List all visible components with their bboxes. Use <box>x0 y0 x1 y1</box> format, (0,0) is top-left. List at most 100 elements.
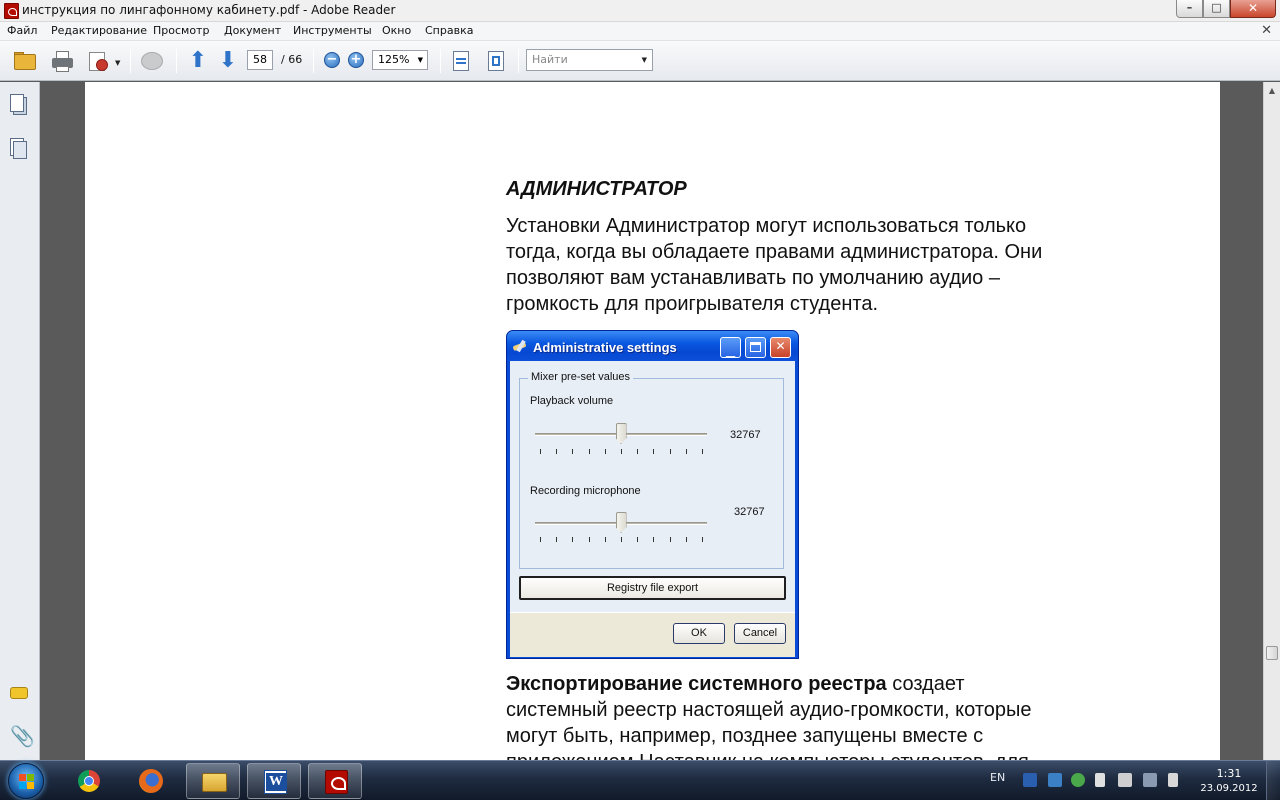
paragraph-line: тогда, когда вы обладаете правами админи… <box>506 241 1043 263</box>
arrow-up-icon[interactable]: ⬆ <box>186 49 210 73</box>
window-title: инструкция по лингафонному кабинету.pdf … <box>22 3 396 17</box>
taskbar-word[interactable]: W <box>247 763 301 799</box>
menu-document[interactable]: Документ <box>224 24 281 37</box>
slider-tick <box>605 449 606 454</box>
taskbar-explorer[interactable] <box>186 763 240 799</box>
bold-term: Экспортирование системного реестра <box>506 673 887 695</box>
slider-tick <box>653 449 654 454</box>
pdf-page: АДМИНИСТРАТОР Установки Администратор мо… <box>85 82 1220 760</box>
attachment-icon[interactable]: 📎 <box>10 724 35 748</box>
cancel-button: Cancel <box>734 623 786 644</box>
tray-flag-icon[interactable] <box>1095 773 1105 787</box>
close-button[interactable]: ✕ <box>1230 0 1276 18</box>
language-indicator[interactable]: EN <box>990 771 1005 784</box>
clock-date: 23.09.2012 <box>1200 783 1258 794</box>
chevron-down-icon: ▼ <box>417 56 423 64</box>
title-bar: инструкция по лингафонному кабинету.pdf … <box>0 0 1280 22</box>
minimize-button[interactable]: – <box>1176 0 1203 18</box>
slider-tick <box>572 449 573 454</box>
tray-volume-icon[interactable] <box>1168 773 1178 787</box>
tray-signal-icon[interactable] <box>1143 773 1157 787</box>
fit-page-icon[interactable] <box>484 49 508 73</box>
recording-value: 32767 <box>734 506 765 518</box>
search-placeholder: Найти <box>532 53 568 66</box>
menu-window[interactable]: Окно <box>382 24 411 37</box>
playback-value: 32767 <box>730 429 761 441</box>
adobe-reader-icon <box>325 770 348 794</box>
zoom-value: 125% <box>378 53 410 66</box>
window-controls: – □ ✕ <box>1176 0 1276 19</box>
adobe-reader-icon <box>4 3 19 19</box>
scroll-up-icon[interactable]: ▲ <box>1264 82 1280 99</box>
menu-tools[interactable]: Инструменты <box>293 24 372 37</box>
menu-view[interactable]: Просмотр <box>153 24 209 37</box>
slider-tick <box>670 449 671 454</box>
scrollbar-thumb[interactable] <box>1266 646 1278 660</box>
windows-icon <box>19 774 35 790</box>
tray-power-icon[interactable] <box>1118 773 1132 787</box>
tray-network-icon[interactable] <box>1048 773 1062 787</box>
close-icon: ✕ <box>1247 1 1259 15</box>
taskbar-chrome[interactable] <box>62 763 116 799</box>
paragraph-line: Установки Администратор могут использова… <box>506 215 1027 237</box>
menu-file[interactable]: Файл <box>7 24 37 37</box>
slider-tick <box>670 537 671 542</box>
tray-app-icon[interactable] <box>1023 773 1037 787</box>
slider-tick <box>556 449 557 454</box>
page-number-input[interactable]: 58 <box>247 50 273 70</box>
chevron-down-icon[interactable]: ▼ <box>642 50 647 70</box>
document-area[interactable]: АДМИНИСТРАТОР Установки Администратор мо… <box>41 82 1263 760</box>
dialog-minimize-button: ▁ <box>720 337 741 358</box>
comment-icon <box>140 49 164 73</box>
dialog-close-button: ✕ <box>770 337 791 358</box>
taskbar-adobe-reader[interactable] <box>308 763 362 799</box>
share-icon[interactable] <box>87 49 111 73</box>
vertical-scrollbar[interactable]: ▲ <box>1263 82 1280 760</box>
recording-label: Recording microphone <box>530 485 641 497</box>
taskbar-firefox[interactable] <box>124 763 178 799</box>
menu-edit[interactable]: Редактирование <box>51 24 147 37</box>
slider-tick <box>702 537 703 542</box>
clock-time: 1:31 <box>1216 767 1242 780</box>
playback-slider-ticks <box>540 449 703 454</box>
fit-width-icon[interactable] <box>449 49 473 73</box>
clock[interactable]: 1:31 23.09.2012 <box>1199 766 1259 796</box>
search-input[interactable]: Найти ▼ <box>526 49 653 71</box>
paragraph-line: позволяют вам устанавливать по умолчанию… <box>506 267 1000 289</box>
dialog-title-bar: Administrative settings ▁ ✕ <box>507 331 798 361</box>
paragraph-text: создает <box>886 673 965 695</box>
zoom-in-icon[interactable]: + <box>348 52 364 68</box>
pages-icon[interactable] <box>10 94 28 116</box>
start-button[interactable] <box>8 763 44 799</box>
dialog-panel: Mixer pre-set values Playback volume 327… <box>510 361 795 612</box>
close-document-icon[interactable]: ✕ <box>1261 23 1272 38</box>
arrow-down-icon[interactable]: ⬇ <box>216 49 240 73</box>
slider-tick <box>702 449 703 454</box>
slider-tick <box>540 537 541 542</box>
maximize-icon <box>750 342 761 352</box>
show-desktop-button[interactable] <box>1266 761 1280 800</box>
slider-tick <box>637 537 638 542</box>
navigation-pane: 📎 <box>0 82 40 760</box>
menu-help[interactable]: Справка <box>425 24 473 37</box>
menu-bar: Файл Редактирование Просмотр Документ Ин… <box>0 22 1280 41</box>
comments-icon[interactable] <box>10 684 28 706</box>
tray-security-icon[interactable] <box>1071 773 1085 787</box>
minimize-icon: – <box>1186 1 1193 14</box>
slider-tick <box>653 537 654 542</box>
slider-tick <box>572 537 573 542</box>
bookmarks-icon[interactable] <box>10 138 28 160</box>
close-icon: ✕ <box>775 339 786 353</box>
zoom-select[interactable]: 125% ▼ <box>372 50 428 70</box>
ok-button: OK <box>673 623 725 644</box>
share-dropdown-icon[interactable]: ▼ <box>115 59 120 67</box>
open-folder-icon[interactable] <box>13 49 37 73</box>
maximize-button[interactable]: □ <box>1203 0 1230 18</box>
registry-export-button: Registry file export <box>519 576 786 600</box>
dialog-body: Mixer pre-set values Playback volume 327… <box>510 361 795 657</box>
dialog-screenshot: Administrative settings ▁ ✕ Mixer pre-se… <box>506 330 799 659</box>
print-icon[interactable] <box>50 49 74 73</box>
zoom-out-icon[interactable]: − <box>324 52 340 68</box>
slider-tick <box>637 449 638 454</box>
group-label: Mixer pre-set values <box>528 371 634 383</box>
